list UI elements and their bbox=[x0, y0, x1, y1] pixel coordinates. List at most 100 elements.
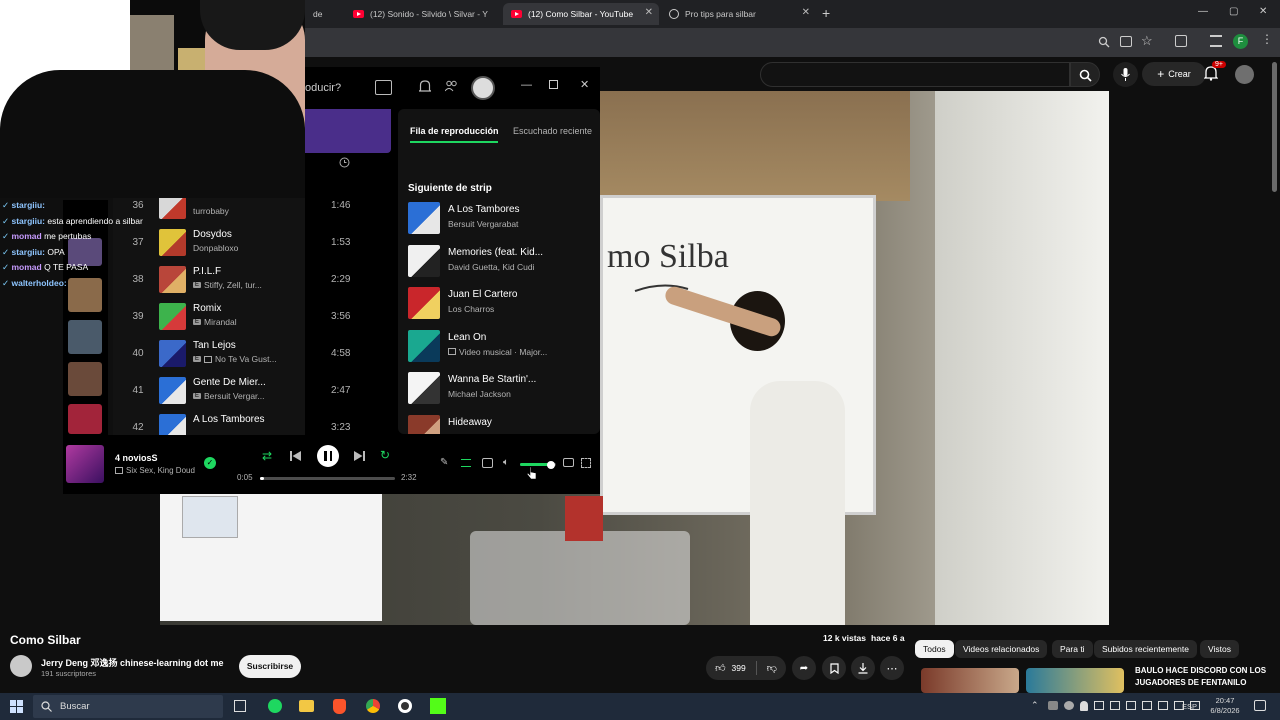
create-button[interactable]: + Crear bbox=[1142, 62, 1206, 86]
queue-item[interactable]: Lean On Video musical · Major... bbox=[408, 329, 593, 363]
queue-artist[interactable]: Video musical · Major... bbox=[459, 347, 547, 357]
tray-icon[interactable] bbox=[1142, 701, 1152, 710]
new-tab-button[interactable]: + bbox=[822, 5, 830, 21]
profile-avatar[interactable]: F bbox=[1233, 34, 1248, 49]
close-window-icon[interactable]: ✕ bbox=[580, 78, 589, 91]
page-scrollbar[interactable] bbox=[1272, 62, 1277, 192]
brave-browser-icon[interactable] bbox=[333, 699, 346, 714]
more-actions-icon[interactable]: ⋯ bbox=[880, 656, 904, 680]
track-title[interactable]: A Los Tambores bbox=[193, 414, 265, 425]
track-row[interactable]: 41 Gente De Mier... E Bersuit Vergar... 2:47 bbox=[113, 373, 391, 409]
share-icon[interactable]: ➦ bbox=[792, 656, 816, 680]
track-artist[interactable]: Bersuit Vergar... bbox=[204, 391, 264, 401]
queue-artist[interactable]: Bersuit Vergarabat bbox=[448, 219, 518, 229]
tray-icon[interactable] bbox=[1158, 701, 1168, 710]
track-title[interactable]: P.I.L.F bbox=[193, 266, 221, 277]
progress-bar[interactable] bbox=[260, 477, 395, 480]
cloud-icon[interactable] bbox=[1064, 701, 1074, 710]
channel-name[interactable]: Jerry Deng 邓逸扬 chinese-learning dot me bbox=[41, 656, 224, 669]
notification-center-icon[interactable] bbox=[1254, 700, 1266, 711]
queue-title[interactable]: Wanna Be Startin'... bbox=[448, 374, 536, 385]
browser-tab-active[interactable]: (12) Como Silbar - YouTube ✕ bbox=[503, 3, 659, 25]
filter-chip[interactable]: Vistos bbox=[1200, 640, 1239, 658]
bookmark-star-icon[interactable]: ☆ bbox=[1141, 33, 1153, 49]
input-language[interactable]: ESP bbox=[1182, 702, 1197, 711]
connect-device-icon[interactable] bbox=[482, 458, 493, 468]
download-icon[interactable] bbox=[851, 656, 875, 680]
track-artist[interactable]: No Te Va Gust... bbox=[215, 354, 277, 364]
tray-icon[interactable] bbox=[1110, 701, 1120, 710]
track-row[interactable]: 39 Romix E Mirandal 3:56 bbox=[113, 299, 391, 335]
filter-chip[interactable]: Todos bbox=[915, 640, 954, 658]
queue-item[interactable]: Juan El Cartero Los Charros bbox=[408, 286, 593, 320]
user-avatar[interactable] bbox=[471, 76, 495, 100]
taskbar-search-input[interactable]: Buscar bbox=[33, 695, 223, 718]
queue-item[interactable]: Wanna Be Startin'... Michael Jackson bbox=[408, 371, 593, 405]
repeat-icon[interactable]: ↻ bbox=[380, 448, 390, 462]
queue-title[interactable]: Hideaway bbox=[448, 417, 492, 428]
reading-list-icon[interactable] bbox=[1210, 35, 1222, 47]
shuffle-icon[interactable]: ⇄ bbox=[262, 449, 272, 463]
maximize-icon[interactable] bbox=[549, 80, 558, 89]
recommendation-thumbnail[interactable] bbox=[921, 668, 1019, 693]
channel-avatar[interactable] bbox=[10, 655, 32, 677]
filter-chip[interactable]: Subidos recientemente bbox=[1094, 640, 1197, 658]
dislike-icon[interactable]: 👎︎ bbox=[767, 662, 777, 674]
subscribe-button[interactable]: Suscribirse bbox=[239, 655, 301, 678]
queue-tab[interactable]: Fila de reproducción bbox=[410, 126, 499, 136]
minimize-icon[interactable]: — bbox=[521, 79, 532, 91]
queue-title[interactable]: Juan El Cartero bbox=[448, 289, 517, 300]
file-explorer-icon[interactable] bbox=[299, 700, 314, 712]
zoom-icon[interactable] bbox=[1098, 36, 1110, 48]
voice-search-button[interactable] bbox=[1113, 62, 1138, 87]
close-window-icon[interactable]: ✕ bbox=[1259, 6, 1267, 17]
track-row[interactable]: 40 Tan Lejos E No Te Va Gust... 4:58 bbox=[113, 336, 391, 372]
close-tab-icon[interactable]: ✕ bbox=[802, 7, 810, 18]
install-icon[interactable] bbox=[1120, 36, 1132, 47]
previous-track-icon[interactable] bbox=[290, 451, 301, 461]
track-artist[interactable]: Mirandal bbox=[204, 317, 237, 327]
recommendation-thumbnail[interactable] bbox=[1026, 668, 1124, 693]
filter-chip[interactable]: Para ti bbox=[1052, 640, 1093, 658]
pause-button[interactable] bbox=[317, 445, 339, 467]
notifications-bell-icon[interactable] bbox=[1204, 66, 1218, 81]
volume-knob[interactable] bbox=[546, 460, 555, 469]
library-item[interactable] bbox=[68, 404, 102, 434]
save-bookmark-icon[interactable] bbox=[822, 656, 846, 680]
chrome-icon[interactable] bbox=[366, 699, 380, 713]
miniplayer-icon[interactable] bbox=[563, 458, 574, 467]
queue-title[interactable]: A Los Tambores bbox=[448, 204, 520, 215]
taskbar-clock[interactable]: 20:47 6/8/2026 bbox=[1205, 696, 1245, 716]
tray-icon[interactable] bbox=[1094, 701, 1104, 710]
filter-chip[interactable]: Videos relacionados bbox=[955, 640, 1048, 658]
mic-icon[interactable] bbox=[1080, 701, 1088, 711]
volume-slider[interactable] bbox=[520, 460, 556, 469]
now-playing-artist[interactable]: Six Sex, King Doud bbox=[126, 466, 195, 475]
notifications-icon[interactable] bbox=[419, 80, 431, 93]
browser-tab[interactable]: Pro tips para silbar ✕ bbox=[661, 3, 816, 25]
browse-icon[interactable] bbox=[375, 80, 392, 95]
tray-overflow-icon[interactable]: ⌃ bbox=[1031, 700, 1039, 711]
next-track-icon[interactable] bbox=[354, 451, 365, 461]
track-title[interactable]: Tan Lejos bbox=[193, 340, 236, 351]
now-playing-title[interactable]: 4 noviosS bbox=[115, 453, 158, 463]
queue-artist[interactable]: Los Charros bbox=[448, 304, 494, 314]
kick-icon[interactable] bbox=[430, 698, 446, 714]
saved-check-icon[interactable]: ✓ bbox=[204, 457, 216, 469]
like-icon[interactable]: 👍︎ bbox=[715, 662, 725, 674]
library-item[interactable] bbox=[68, 362, 102, 396]
lyrics-icon[interactable]: ✎ bbox=[440, 457, 448, 468]
minimize-icon[interactable]: — bbox=[1198, 6, 1208, 17]
maximize-icon[interactable]: ▢ bbox=[1229, 6, 1238, 17]
task-view-icon[interactable] bbox=[234, 700, 246, 712]
windows-start-icon[interactable] bbox=[10, 700, 23, 713]
track-artist[interactable]: Donpabloxo bbox=[193, 243, 238, 253]
spotify-taskbar-icon[interactable] bbox=[268, 699, 282, 713]
tray-icon[interactable] bbox=[1048, 701, 1058, 710]
queue-item[interactable]: A Los Tambores Bersuit Vergarabat bbox=[408, 201, 593, 235]
track-artist[interactable]: Stiffy, Zell, tur... bbox=[204, 280, 262, 290]
recommendation-title[interactable]: BAULO HACE DISCORD CON LOS JUGADORES DE … bbox=[1135, 665, 1270, 693]
fullscreen-icon[interactable] bbox=[581, 458, 591, 468]
track-title[interactable]: Dosydos bbox=[193, 229, 232, 240]
queue-artist[interactable]: Michael Jackson bbox=[448, 389, 511, 399]
